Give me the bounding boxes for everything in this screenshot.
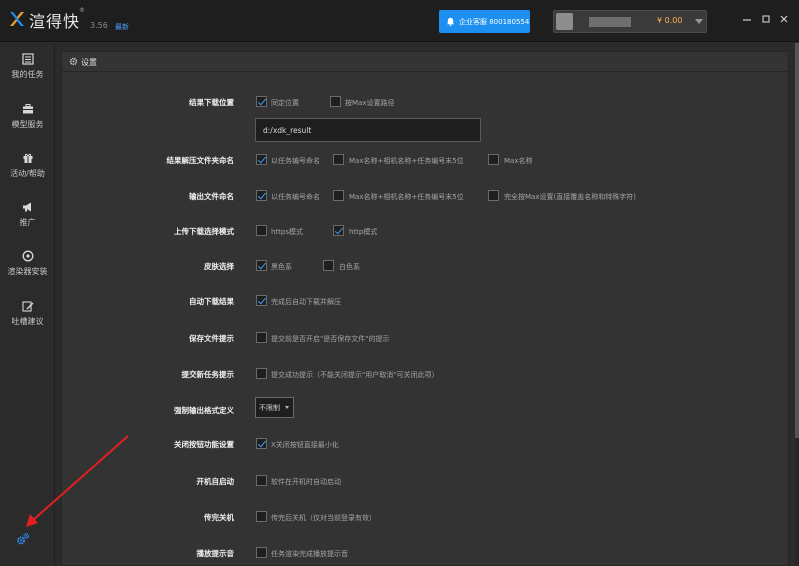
close-icon[interactable]	[778, 13, 790, 25]
output-max-camera-option: Max名称+相机名称+任务编号末5位	[349, 193, 464, 201]
briefcase-icon	[22, 104, 33, 114]
autostart-label: 开机自启动	[196, 477, 235, 486]
sidebar-item-label: 渲染器安装	[7, 267, 48, 276]
sound-label: 播放提示音	[196, 549, 235, 558]
auto-download-label: 自动下载结果	[189, 297, 234, 306]
output-full-max-option: 完全按Max设置(直接覆盖名称和特殊字符)	[504, 193, 636, 201]
unzip-max-camera-option: Max名称+相机名称+任务编号末5位	[349, 157, 464, 165]
submit-success-checkbox[interactable]	[256, 368, 267, 379]
output-full-max-checkbox[interactable]	[488, 190, 499, 201]
sidebar-item-label: 推广	[19, 218, 36, 227]
result-location-label: 结果下载位置	[189, 98, 234, 107]
chevron-down-icon[interactable]	[695, 19, 703, 24]
submit-success-option: 提交成功提示（不能关闭提示"用户取消"可关闭此项）	[271, 371, 439, 379]
username-redacted	[589, 17, 631, 27]
sidebar-item-label: 我的任务	[11, 70, 44, 79]
sidebar-item-label: 模型服务	[11, 120, 44, 129]
autostart-checkbox[interactable]	[256, 475, 267, 486]
sidebar-item-activity-help[interactable]: 活动/帮助	[0, 152, 55, 192]
light-skin-checkbox[interactable]	[323, 260, 334, 271]
output-naming-label: 输出文件命名	[189, 192, 234, 201]
unzip-max-name-option: Max名称	[504, 157, 533, 165]
submit-success-label: 提交新任务提示	[181, 370, 235, 379]
gear-icon	[69, 57, 78, 66]
disc-icon	[22, 250, 33, 262]
enterprise-support-button[interactable]: 企业客服 800180554	[439, 10, 530, 33]
unzip-max-camera-checkbox[interactable]	[333, 154, 344, 165]
https-mode-checkbox[interactable]	[256, 225, 267, 236]
minimize-icon[interactable]	[741, 13, 753, 25]
dark-skin-option: 黑色系	[271, 263, 292, 271]
maximize-icon[interactable]	[760, 13, 772, 25]
unzip-task-number-checkbox[interactable]	[256, 154, 267, 165]
dark-skin-checkbox[interactable]	[256, 260, 267, 271]
save-prompt-option: 提交前是否开启"是否保存文件"的提示	[271, 335, 390, 343]
sound-checkbox[interactable]	[256, 547, 267, 558]
chevron-down-icon	[285, 406, 289, 409]
max-path-checkbox[interactable]	[330, 96, 341, 107]
version-latest-badge: 最新	[115, 23, 129, 31]
registered-mark: ®	[79, 7, 85, 14]
output-format-label: 强制输出格式定义	[174, 406, 234, 415]
fixed-location-option: 同定位置	[271, 99, 299, 107]
app-version: 3.56	[90, 21, 108, 30]
max-path-option: 按Max设置路径	[345, 99, 395, 107]
close-minimize-checkbox[interactable]	[256, 438, 267, 449]
task-list-icon	[21, 53, 34, 65]
gears-icon[interactable]	[16, 532, 30, 546]
sidebar-item-model-service[interactable]: 模型服务	[0, 103, 55, 143]
sidebar-item-label: 吐槽建议	[11, 317, 44, 326]
close-behavior-label: 关闭按钮功能设置	[174, 440, 234, 449]
title-bar: 渲得快 ® 3.56 最新 企业客服 800180554 ¥ 0.00	[0, 0, 799, 42]
shutdown-label: 传完关机	[204, 513, 234, 522]
megaphone-icon	[22, 202, 31, 212]
result-path-input[interactable]	[255, 118, 481, 142]
user-account-menu[interactable]: ¥ 0.00	[553, 10, 707, 33]
http-mode-checkbox[interactable]	[333, 225, 344, 236]
output-format-value: 不限制	[259, 404, 280, 412]
gift-icon	[23, 153, 32, 163]
avatar	[556, 13, 573, 30]
sidebar: 我的任务 模型服务 活动/帮助 推广 渲染器安装 吐槽建议	[0, 43, 55, 566]
sidebar-item-promotion[interactable]: 推广	[0, 201, 55, 241]
unzip-naming-label: 结果解压文件夹命名	[166, 156, 235, 165]
sidebar-item-renderer-install[interactable]: 渲染器安装	[0, 250, 55, 290]
auto-download-option: 完成后自动下载并解压	[271, 298, 341, 306]
light-skin-option: 白色系	[339, 263, 360, 271]
skin-label: 皮肤选择	[204, 262, 234, 271]
logo-icon	[10, 12, 24, 26]
autostart-option: 软件在开机时自动启动	[271, 478, 341, 486]
panel-header: 设置	[62, 52, 788, 72]
account-balance: ¥ 0.00	[657, 16, 683, 25]
unzip-max-name-checkbox[interactable]	[488, 154, 499, 165]
save-prompt-label: 保存文件提示	[189, 334, 234, 343]
shutdown-option: 传完后关机（仅对当前登录有效）	[271, 514, 376, 522]
scrollbar-thumb[interactable]	[795, 43, 799, 438]
auto-download-checkbox[interactable]	[256, 295, 267, 306]
edit-icon	[21, 301, 33, 312]
support-bell-icon	[446, 17, 455, 26]
http-mode-option: http模式	[349, 228, 378, 236]
output-task-number-checkbox[interactable]	[256, 190, 267, 201]
transfer-mode-label: 上传下载选择模式	[174, 227, 234, 236]
unzip-task-number-option: 以任务编号命名	[271, 157, 320, 165]
panel-title: 设置	[81, 58, 97, 67]
close-minimize-option: X关闭按钮直接最小化	[271, 441, 339, 449]
output-format-select[interactable]: 不限制	[255, 397, 294, 418]
save-prompt-checkbox[interactable]	[256, 332, 267, 343]
sidebar-item-label: 活动/帮助	[10, 169, 45, 178]
sidebar-item-feedback[interactable]: 吐槽建议	[0, 300, 55, 340]
output-max-camera-checkbox[interactable]	[333, 190, 344, 201]
sidebar-item-my-tasks[interactable]: 我的任务	[0, 53, 55, 93]
support-label: 企业客服 800180554	[459, 17, 530, 26]
sound-option: 任务渲染完成播放提示音	[271, 550, 348, 558]
app-name: 渲得快	[29, 12, 81, 31]
fixed-location-checkbox[interactable]	[256, 96, 267, 107]
shutdown-checkbox[interactable]	[256, 511, 267, 522]
output-task-number-option: 以任务编号命名	[271, 193, 320, 201]
https-mode-option: https模式	[271, 228, 304, 236]
